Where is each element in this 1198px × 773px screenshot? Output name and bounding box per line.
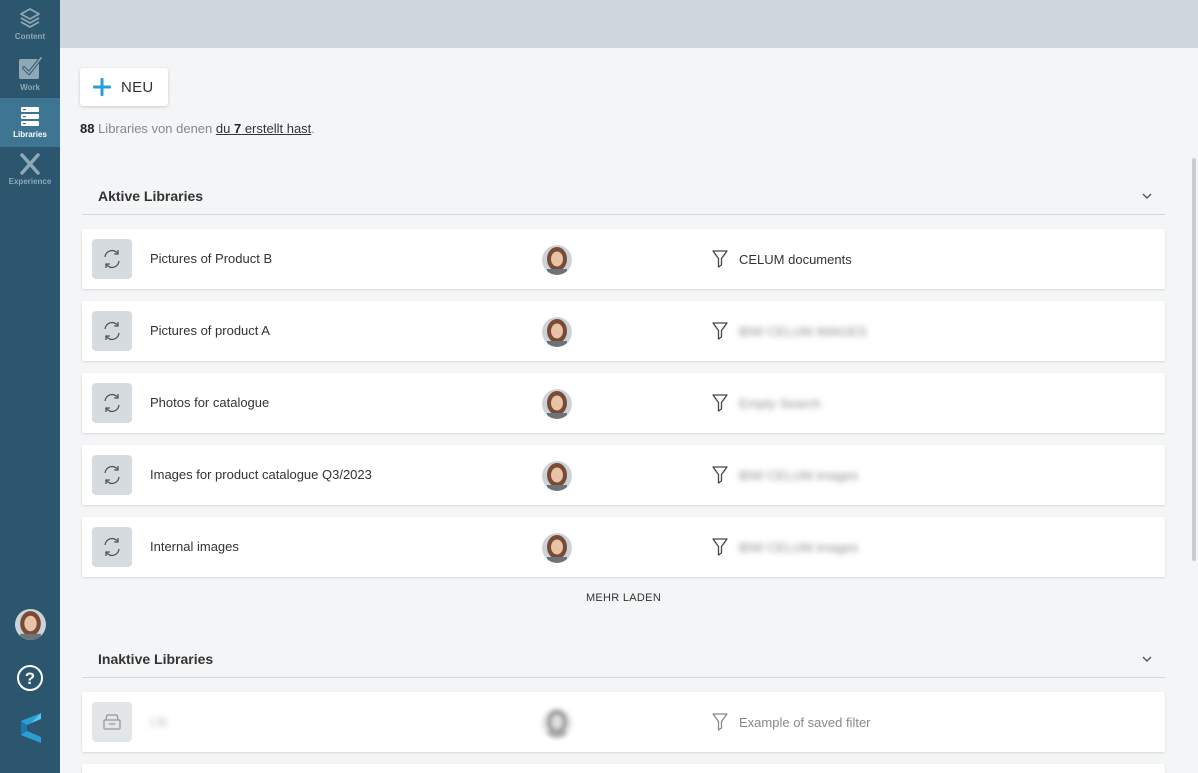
libraries-icon	[21, 107, 39, 126]
library-row[interactable]: Photos for catalogue Empty Search	[82, 373, 1165, 433]
brand-logo-icon	[21, 713, 41, 743]
archive-icon	[103, 714, 121, 730]
owner-avatar-wrapper	[542, 461, 572, 491]
active-libraries-header[interactable]: Aktive Libraries	[82, 177, 1165, 215]
owner-avatar	[542, 708, 572, 738]
new-library-button[interactable]: NEU	[80, 68, 168, 106]
help-wrapper[interactable]: ?	[0, 664, 60, 692]
owner-avatar-wrapper	[542, 389, 572, 419]
filter-icon	[712, 250, 728, 268]
avatar[interactable]	[14, 609, 46, 640]
saved-filter-name: BIW CELUM IMAGES	[739, 324, 867, 339]
sidebar: Content Work Libraries Experience ?	[0, 0, 60, 773]
user-avatar-wrapper[interactable]	[0, 609, 60, 640]
nav-item-work[interactable]: Work	[0, 49, 60, 98]
filter-icon-wrapper	[712, 538, 728, 561]
summary-text: Libraries von denen	[94, 121, 216, 136]
library-row[interactable]: Images for product catalogue Q3/2023 BIW …	[82, 445, 1165, 505]
load-more-button[interactable]: MEHR LADEN	[82, 592, 1165, 604]
library-name: Internal images	[150, 539, 239, 554]
library-name: Images for product catalogue Q3/2023	[150, 467, 372, 482]
library-type-icon	[92, 702, 132, 742]
top-bar	[60, 0, 1198, 48]
owner-avatar-wrapper	[542, 317, 572, 347]
owner-avatar-wrapper	[542, 245, 572, 275]
nav-label-libraries: Libraries	[13, 130, 47, 139]
experience-icon	[20, 153, 40, 175]
library-name: Pictures of Product B	[150, 251, 273, 266]
filter-icon	[712, 394, 728, 412]
nav-item-experience[interactable]: Experience	[0, 147, 60, 196]
saved-filter-name: Empty Search	[739, 396, 821, 411]
list-item-partial[interactable]	[82, 764, 1165, 773]
library-name: Pictures of product A	[150, 323, 270, 338]
filter-icon	[712, 322, 728, 340]
filter-icon-wrapper	[712, 394, 728, 417]
library-type-icon	[92, 383, 132, 423]
sync-icon	[104, 393, 120, 413]
filter-icon-wrapper	[712, 713, 728, 736]
filter-icon	[712, 538, 728, 556]
filter-icon-wrapper	[712, 466, 728, 489]
inactive-libraries-header[interactable]: Inaktive Libraries	[82, 640, 1165, 678]
filter-icon-wrapper	[712, 322, 728, 345]
main-content: NEU 88 Libraries von denen du 7 erstellt…	[60, 48, 1198, 773]
nav-label-work: Work	[20, 83, 40, 92]
chevron-down-icon[interactable]	[1141, 653, 1153, 665]
nav-item-content[interactable]: Content	[0, 0, 60, 49]
chevron-down-icon[interactable]	[1141, 190, 1153, 202]
brand-logo-wrapper	[0, 711, 60, 745]
sync-icon	[104, 465, 120, 485]
library-row[interactable]: Pictures of product A BIW CELUM IMAGES	[82, 301, 1165, 361]
library-name: Photos for catalogue	[150, 395, 270, 410]
layers-icon	[20, 8, 40, 28]
sync-icon	[104, 537, 120, 557]
saved-filter-name: CELUM documents	[739, 252, 852, 267]
sync-icon	[104, 321, 120, 341]
section-title: Inaktive Libraries	[98, 650, 214, 667]
filter-icon-wrapper	[712, 250, 728, 273]
library-type-icon	[92, 239, 132, 279]
link-suffix: erstellt hast	[241, 121, 312, 136]
owner-avatar	[542, 389, 572, 419]
owner-avatar	[542, 533, 572, 563]
owner-avatar-wrapper	[542, 533, 572, 563]
help-label: ?	[25, 669, 35, 688]
plus-icon	[93, 78, 111, 96]
library-type-icon	[92, 311, 132, 351]
library-name: Lib	[150, 714, 168, 729]
saved-filter-name: BIW CELUM images	[739, 540, 859, 555]
summary-end: .	[311, 121, 315, 136]
owner-avatar	[542, 245, 572, 275]
section-title: Aktive Libraries	[98, 187, 204, 204]
owner-avatar	[542, 461, 572, 491]
library-row[interactable]: Pictures of Product B CELUM documents	[82, 229, 1165, 289]
nav-item-libraries[interactable]: Libraries	[0, 98, 60, 147]
library-type-icon	[92, 527, 132, 567]
nav-label-experience: Experience	[8, 177, 52, 186]
scrollbar[interactable]	[1192, 158, 1196, 561]
library-count: 88	[80, 121, 95, 136]
checkbox-icon	[19, 56, 43, 79]
library-row[interactable]: Internal images BIW CELUM images	[82, 517, 1165, 577]
nav-label-content: Content	[14, 32, 46, 41]
saved-filter-name: BIW CELUM images	[739, 468, 859, 483]
library-type-icon	[92, 455, 132, 495]
created-by-me-link[interactable]: du 7 erstellt hast	[216, 121, 311, 136]
filter-icon	[712, 713, 728, 731]
new-button-label: NEU	[121, 78, 154, 96]
libraries-summary: 88 Libraries von denen du 7 erstellt has…	[80, 121, 315, 136]
sync-icon	[104, 249, 120, 269]
link-prefix: du	[215, 121, 234, 136]
owner-avatar	[542, 317, 572, 347]
library-row[interactable]: Lib Example of saved filter	[82, 692, 1165, 752]
help-icon[interactable]: ?	[16, 664, 44, 692]
saved-filter-name: Example of saved filter	[739, 715, 871, 730]
filter-icon	[712, 466, 728, 484]
owner-avatar-wrapper	[542, 708, 572, 738]
